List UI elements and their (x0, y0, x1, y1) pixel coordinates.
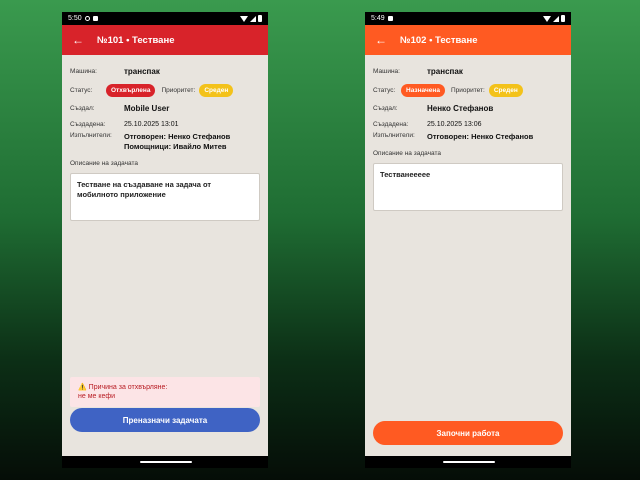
priority-label: Приоритет: (161, 86, 196, 94)
status-badge: Назначена (401, 83, 445, 97)
battery-icon (258, 15, 262, 22)
app-bar: ← №102 • Тестване (365, 25, 571, 55)
rejection-reason-text: не ме кефи (78, 393, 116, 400)
page-title: №101 • Тестване (97, 34, 175, 46)
created-by-value: Mobile User (124, 103, 170, 113)
responsible-assignee: Отговорен: Ненко Стефанов (427, 132, 534, 141)
status-badge: Отхвърлена (106, 83, 156, 97)
description-label: Описание на задачата (373, 150, 441, 157)
reassign-task-button[interactable]: Преназначи задачата (70, 408, 260, 432)
phone-screen-task-102: 5:49 ← №102 • Тестване Машина: транспак … (365, 12, 571, 468)
description-label: Описание на задачата (70, 160, 138, 167)
machine-value: транспак (427, 66, 463, 76)
created-at-value: 25.10.2025 13:06 (427, 120, 482, 128)
notification-icon (92, 16, 98, 21)
created-at-label: Създадена: (373, 120, 409, 128)
created-by-label: Създал: (70, 104, 95, 112)
rejection-reason-box: ⚠️ Причина за отхвърляне: не ме кефи (70, 377, 260, 407)
assignees-value: Отговорен: Ненко Стефанов (427, 132, 533, 142)
machine-value: транспак (124, 66, 160, 76)
status-time: 5:49 (371, 15, 385, 22)
start-work-button[interactable]: Започни работа (373, 421, 563, 445)
battery-icon (561, 15, 565, 22)
wifi-icon (543, 15, 551, 22)
helper-assignees: Помощници: Ивайло Митев (124, 142, 227, 151)
page-title: №102 • Тестване (400, 34, 478, 46)
priority-badge: Среден (488, 83, 523, 97)
created-by-value: Ненко Стефанов (427, 103, 494, 113)
navigation-bar (62, 456, 268, 468)
priority-label: Приоритет: (450, 86, 485, 94)
app-bar: ← №101 • Тестване (62, 25, 268, 55)
description-field[interactable]: Тестванееееe (373, 163, 563, 211)
description-field[interactable]: Тестване на създаване на задача от мобил… (70, 173, 260, 221)
notification-icon (387, 16, 393, 21)
signal-icon (250, 15, 256, 22)
responsible-assignee: Отговорен: Ненко Стефанов (124, 132, 231, 141)
back-arrow-icon[interactable]: ← (72, 34, 84, 46)
created-at-value: 25.10.2025 13:01 (124, 120, 179, 128)
phone-screen-task-101: 5:50 ← №101 • Тестване Машина: транспак … (62, 12, 268, 468)
created-by-label: Създал: (373, 104, 398, 112)
priority-badge: Среден (199, 83, 234, 97)
task-details: Машина: транспак Статус: Назначена Приор… (365, 55, 571, 468)
home-gesture-handle[interactable] (140, 461, 192, 463)
status-label: Статус: (373, 86, 396, 94)
assignees-label: Изпълнители: (70, 132, 112, 139)
do-not-disturb-icon (84, 16, 90, 21)
back-arrow-icon[interactable]: ← (375, 34, 387, 46)
task-details: Машина: транспак Статус: Отхвърлена Прио… (62, 55, 268, 468)
status-bar: 5:50 (62, 12, 268, 25)
status-bar: 5:49 (365, 12, 571, 25)
machine-label: Машина: (373, 67, 400, 75)
rejection-reason-title: ⚠️ Причина за отхвърляне: (78, 384, 168, 391)
navigation-bar (365, 456, 571, 468)
wifi-icon (240, 15, 248, 22)
machine-label: Машина: (70, 67, 97, 75)
status-label: Статус: (70, 86, 93, 94)
assignees-label: Изпълнители: (373, 132, 415, 139)
home-gesture-handle[interactable] (443, 461, 495, 463)
status-time: 5:50 (68, 15, 82, 22)
signal-icon (553, 15, 559, 22)
assignees-value: Отговорен: Ненко Стефанов Помощници: Ива… (124, 132, 230, 152)
created-at-label: Създадена: (70, 120, 106, 128)
